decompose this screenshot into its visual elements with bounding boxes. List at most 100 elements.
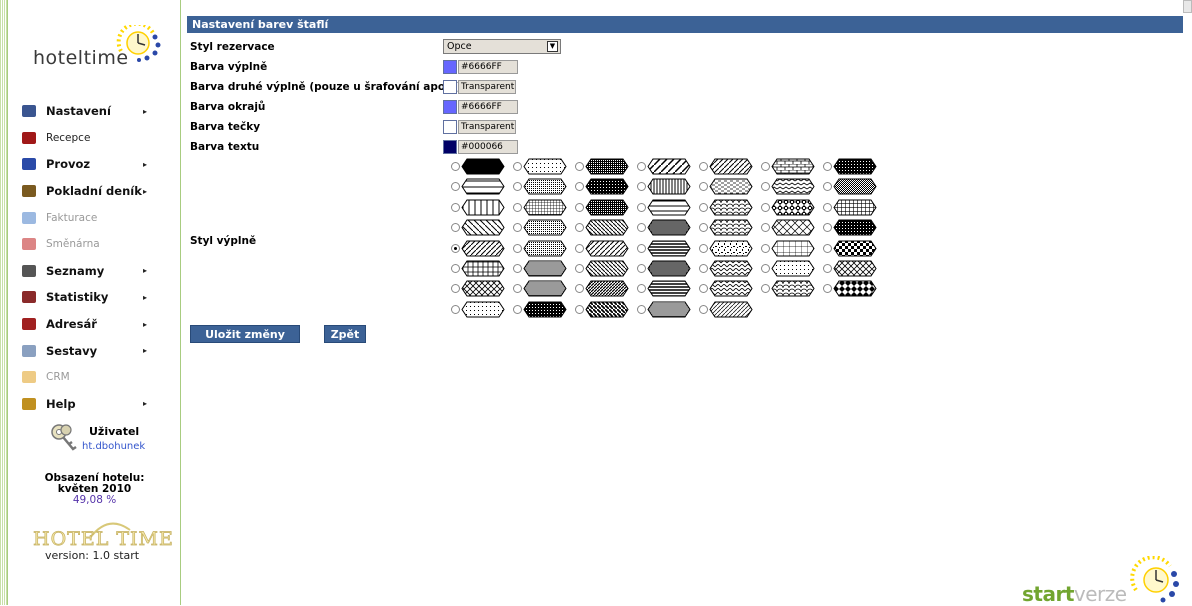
pattern-option-zigzag[interactable] — [699, 260, 761, 278]
pattern-option-diamonds[interactable] — [451, 280, 513, 298]
text-color-swatch[interactable] — [443, 140, 457, 154]
pattern-option-dots-sparse[interactable] — [513, 158, 575, 176]
menu-item-0[interactable]: Nastavení ▸ — [8, 98, 181, 125]
pattern-radio[interactable] — [823, 223, 832, 233]
pattern-radio[interactable] — [761, 182, 770, 192]
back-button[interactable]: Zpět — [324, 325, 366, 343]
scrollbar-up-arrow[interactable] — [1183, 0, 1192, 13]
pattern-option-diamond-bold[interactable] — [761, 199, 823, 217]
pattern-option-zigzag[interactable] — [699, 280, 761, 298]
pattern-radio[interactable] — [761, 264, 770, 273]
pattern-radio[interactable] — [513, 223, 522, 233]
pattern-radio[interactable] — [513, 243, 522, 253]
pattern-option-solid[interactable] — [451, 158, 513, 176]
pattern-radio[interactable] — [699, 202, 708, 212]
pattern-option-grid-fine[interactable] — [513, 199, 575, 217]
pattern-option-grid-plus[interactable] — [451, 260, 513, 278]
pattern-radio[interactable] — [823, 182, 832, 192]
chevron-down-icon[interactable]: ▼ — [547, 41, 558, 52]
pattern-option-hline[interactable] — [451, 178, 513, 196]
pattern-option-checker[interactable] — [823, 240, 885, 258]
dot-color-swatch[interactable] — [443, 120, 457, 134]
pattern-radio[interactable] — [761, 243, 770, 253]
pattern-option-dots-heavy[interactable] — [823, 219, 885, 237]
pattern-radio[interactable] — [699, 304, 708, 314]
pattern-option-hline-fine[interactable] — [513, 260, 575, 278]
menu-item-11[interactable]: Help ▸ — [8, 391, 181, 418]
pattern-radio[interactable] — [823, 202, 832, 212]
pattern-option-scales[interactable] — [699, 199, 761, 217]
fill-color-swatch[interactable] — [443, 60, 457, 74]
pattern-option-vline-wide[interactable] — [451, 199, 513, 217]
pattern-radio[interactable] — [761, 202, 770, 212]
pattern-radio[interactable] — [823, 243, 832, 253]
pattern-radio[interactable] — [575, 223, 584, 233]
pattern-radio[interactable] — [451, 264, 460, 273]
pattern-radio[interactable] — [637, 304, 646, 314]
menu-item-8[interactable]: Adresář ▸ — [8, 311, 181, 338]
pattern-radio[interactable] — [699, 182, 708, 192]
pattern-radio[interactable] — [575, 264, 584, 273]
pattern-option-wave[interactable] — [761, 178, 823, 196]
pattern-option-dots-sparse[interactable] — [451, 301, 513, 319]
pattern-option-hline-wide[interactable] — [637, 199, 699, 217]
text-color-value[interactable]: #000066 — [458, 140, 518, 154]
pattern-option-diamonds-bold[interactable] — [823, 280, 885, 298]
pattern-radio[interactable] — [513, 284, 522, 294]
user-login-link[interactable]: ht.dbohunek — [82, 441, 145, 452]
pattern-radio[interactable] — [451, 243, 460, 253]
pattern-option-hline-fine[interactable] — [513, 280, 575, 298]
pattern-radio[interactable] — [575, 162, 584, 171]
menu-item-2[interactable]: Provoz ▸ — [8, 151, 181, 178]
pattern-radio[interactable] — [823, 264, 832, 273]
pattern-radio[interactable] — [575, 202, 584, 212]
pattern-radio[interactable] — [699, 243, 708, 253]
pattern-radio[interactable] — [637, 162, 646, 171]
pattern-option-scales[interactable] — [699, 219, 761, 237]
pattern-option-dots-fine[interactable] — [513, 178, 575, 196]
pattern-option-scales[interactable] — [761, 280, 823, 298]
pattern-radio[interactable] — [575, 304, 584, 314]
pattern-option-hatch-back-dense[interactable] — [575, 301, 637, 319]
pattern-radio[interactable] — [823, 162, 832, 171]
pattern-radio[interactable] — [451, 162, 460, 171]
menu-item-1[interactable]: Recepce — [8, 125, 181, 152]
menu-item-7[interactable]: Statistiky ▸ — [8, 284, 181, 311]
menu-item-3[interactable]: Pokladní deník ▸ — [8, 178, 181, 205]
menu-item-10[interactable]: CRM — [8, 364, 181, 391]
pattern-option-hatch-back[interactable] — [575, 260, 637, 278]
pattern-radio[interactable] — [761, 162, 770, 171]
border-color-swatch[interactable] — [443, 100, 457, 114]
reservation-style-select[interactable]: Opce ▼ — [443, 39, 561, 54]
pattern-radio[interactable] — [451, 182, 460, 192]
pattern-option-vline-dense[interactable] — [637, 219, 699, 237]
border-color-value[interactable]: #6666FF — [458, 100, 518, 114]
pattern-option-dots-heavy[interactable] — [823, 158, 885, 176]
pattern-radio[interactable] — [451, 202, 460, 212]
pattern-option-dots-dense[interactable] — [575, 199, 637, 217]
pattern-radio[interactable] — [637, 223, 646, 233]
pattern-radio[interactable] — [513, 202, 522, 212]
pattern-radio[interactable] — [575, 243, 584, 253]
dot-color-value[interactable]: Transparent — [458, 120, 516, 134]
menu-item-4[interactable]: Fakturace — [8, 204, 181, 231]
pattern-radio[interactable] — [637, 264, 646, 273]
pattern-option-confetti[interactable] — [699, 240, 761, 258]
pattern-option-hline-fine[interactable] — [637, 301, 699, 319]
pattern-radio[interactable] — [699, 284, 708, 294]
pattern-radio[interactable] — [513, 304, 522, 314]
pattern-radio[interactable] — [699, 162, 708, 171]
pattern-option-hatch-fwd-wide[interactable] — [637, 158, 699, 176]
pattern-option-grid-open[interactable] — [761, 240, 823, 258]
pattern-option-hatch-back-wide[interactable] — [451, 219, 513, 237]
pattern-option-dashes[interactable] — [699, 178, 761, 196]
pattern-radio[interactable] — [699, 223, 708, 233]
pattern-option-hatch-fwd-dense[interactable] — [575, 280, 637, 298]
fill-color-value[interactable]: #6666FF — [458, 60, 518, 74]
pattern-option-hatch-fwd[interactable] — [575, 240, 637, 258]
menu-item-5[interactable]: Směnárna — [8, 231, 181, 258]
pattern-option-hline-dense[interactable] — [637, 240, 699, 258]
pattern-option-bricks[interactable] — [761, 158, 823, 176]
pattern-radio[interactable] — [451, 304, 460, 314]
pattern-radio[interactable] — [699, 264, 708, 273]
